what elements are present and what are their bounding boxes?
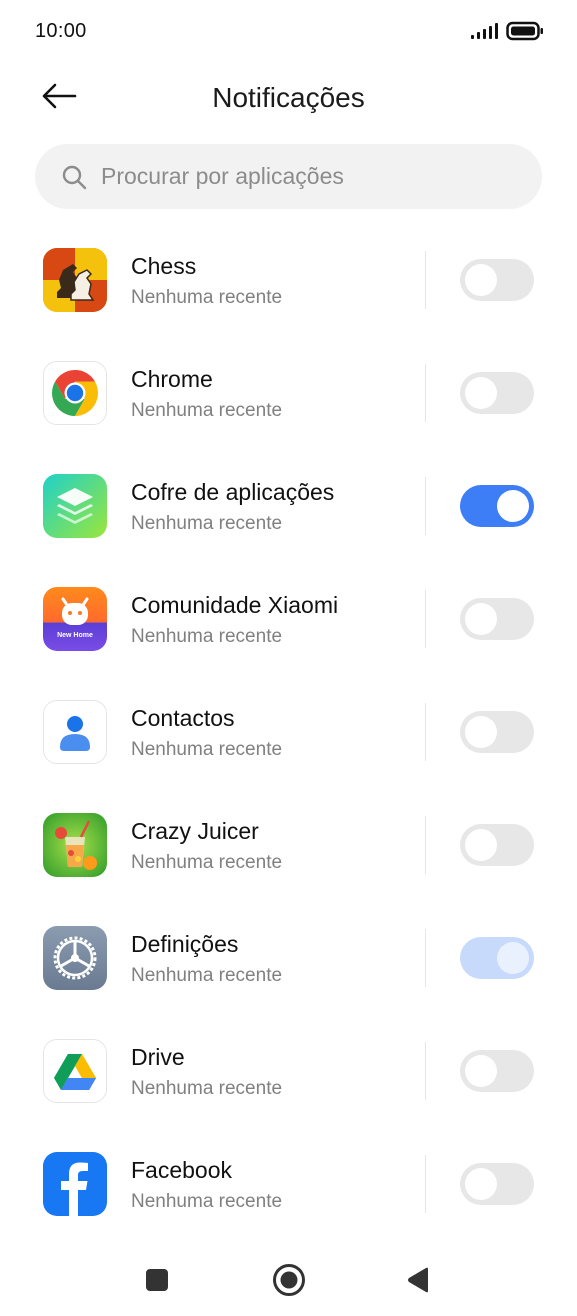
divider — [425, 1155, 426, 1213]
search-bar[interactable] — [35, 144, 542, 209]
header: Notificações — [0, 64, 577, 134]
facebook-app-icon — [43, 1152, 107, 1216]
contacts-app-icon — [43, 700, 107, 764]
recents-square-icon — [145, 1268, 169, 1297]
app-name: Definições — [131, 931, 239, 957]
notification-toggle[interactable] — [460, 937, 534, 979]
app-subtitle: Nenhuma recente — [131, 739, 283, 760]
list-item[interactable]: New Home Comunidade Xiaomi Nenhuma recen… — [0, 563, 577, 676]
drive-app-icon — [43, 1039, 107, 1103]
app-subtitle: Nenhuma recente — [131, 1191, 283, 1212]
app-name: Comunidade Xiaomi — [131, 592, 339, 618]
notification-toggle[interactable] — [460, 1163, 534, 1205]
home-button[interactable] — [269, 1262, 309, 1302]
list-item[interactable]: Drive Nenhuma recente — [0, 1015, 577, 1128]
list-item[interactable]: Definições Nenhuma recente — [0, 902, 577, 1015]
list-item[interactable]: Crazy Juicer Nenhuma recente — [0, 789, 577, 902]
notification-toggle[interactable] — [460, 598, 534, 640]
app-list: Chess Nenhuma recente Chrome Nenhuma rec… — [0, 224, 577, 1241]
app-name: Chrome — [131, 366, 213, 392]
settings-app-icon — [43, 926, 107, 990]
chrome-app-icon — [43, 361, 107, 425]
app-subtitle: Nenhuma recente — [131, 852, 283, 873]
divider — [425, 1042, 426, 1100]
divider — [425, 816, 426, 874]
divider — [425, 929, 426, 987]
status-bar: 10:00 — [0, 0, 577, 64]
app-name: Facebook — [131, 1157, 233, 1183]
divider — [425, 590, 426, 648]
app-subtitle: Nenhuma recente — [131, 965, 283, 986]
back-triangle-icon — [406, 1267, 430, 1298]
page-title: Notificações — [212, 82, 365, 113]
status-icons — [470, 21, 544, 46]
home-circle-icon — [272, 1263, 306, 1302]
navigation-bar — [0, 1240, 577, 1316]
search-input[interactable] — [101, 163, 501, 190]
icon-label: New Home — [57, 632, 93, 639]
notification-toggle[interactable] — [460, 711, 534, 753]
app-subtitle: Nenhuma recente — [131, 400, 283, 421]
app-vault-icon — [43, 474, 107, 538]
notification-toggle[interactable] — [460, 824, 534, 866]
divider — [425, 703, 426, 761]
divider — [425, 477, 426, 535]
app-name: Drive — [131, 1044, 185, 1070]
notification-toggle[interactable] — [460, 259, 534, 301]
app-subtitle: Nenhuma recente — [131, 1078, 283, 1099]
app-subtitle: Nenhuma recente — [131, 513, 283, 534]
app-name: Chess — [131, 253, 197, 279]
app-subtitle: Nenhuma recente — [131, 287, 283, 308]
app-name: Crazy Juicer — [131, 818, 259, 844]
list-item[interactable]: Chrome Nenhuma recente — [0, 337, 577, 450]
notification-toggle[interactable] — [460, 1050, 534, 1092]
xiaomi-community-icon: New Home — [43, 587, 107, 651]
notification-toggle[interactable] — [460, 485, 534, 527]
list-item[interactable]: Cofre de aplicações Nenhuma recente — [0, 450, 577, 563]
recents-button[interactable] — [137, 1262, 177, 1302]
crazy-juicer-icon — [43, 813, 107, 877]
app-name: Cofre de aplicações — [131, 479, 335, 505]
list-item[interactable]: Facebook Nenhuma recente — [0, 1128, 577, 1241]
list-item[interactable]: Chess Nenhuma recente — [0, 224, 577, 337]
search-icon — [61, 164, 87, 190]
signal-icon — [470, 22, 498, 45]
divider — [425, 364, 426, 422]
chess-app-icon — [43, 248, 107, 312]
back-nav-button[interactable] — [398, 1262, 438, 1302]
status-time: 10:00 — [35, 20, 87, 42]
divider — [425, 251, 426, 309]
app-subtitle: Nenhuma recente — [131, 626, 283, 647]
battery-icon — [506, 21, 544, 46]
list-item[interactable]: Contactos Nenhuma recente — [0, 676, 577, 789]
notification-toggle[interactable] — [460, 372, 534, 414]
app-name: Contactos — [131, 705, 235, 731]
